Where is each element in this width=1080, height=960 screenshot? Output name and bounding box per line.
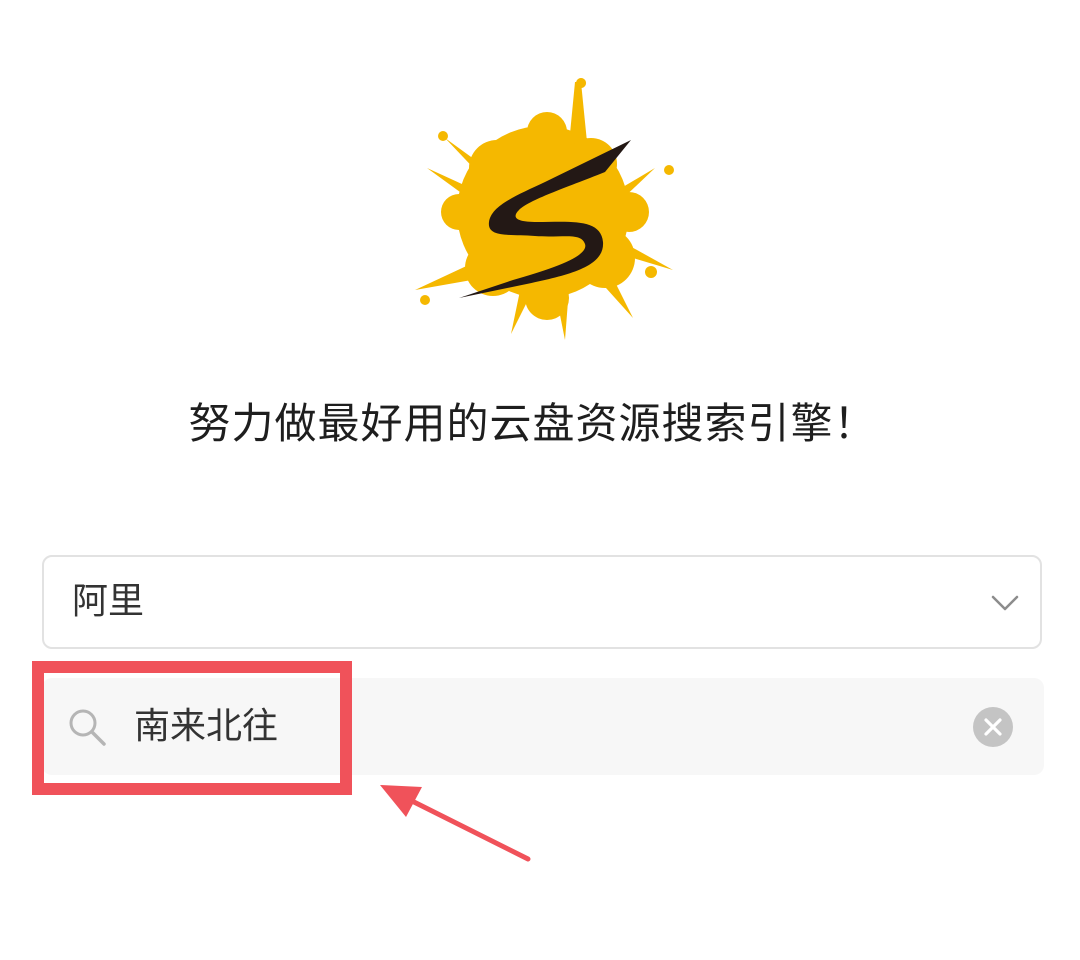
source-select[interactable]: 阿里 [42,555,1042,649]
search-icon [66,706,108,748]
source-select-value: 阿里 [72,581,145,622]
site-logo [405,72,680,347]
page-slogan: 努力做最好用的云盘资源搜索引擎！ [188,399,877,448]
clear-icon[interactable] [972,706,1014,748]
splash-s-logo-icon [415,78,674,340]
chevron-down-icon [990,587,1020,617]
annotation-arrow-icon [370,775,540,870]
search-input-value[interactable]: 南来北往 [134,678,278,775]
search-input[interactable]: 南来北往 [42,678,1044,775]
